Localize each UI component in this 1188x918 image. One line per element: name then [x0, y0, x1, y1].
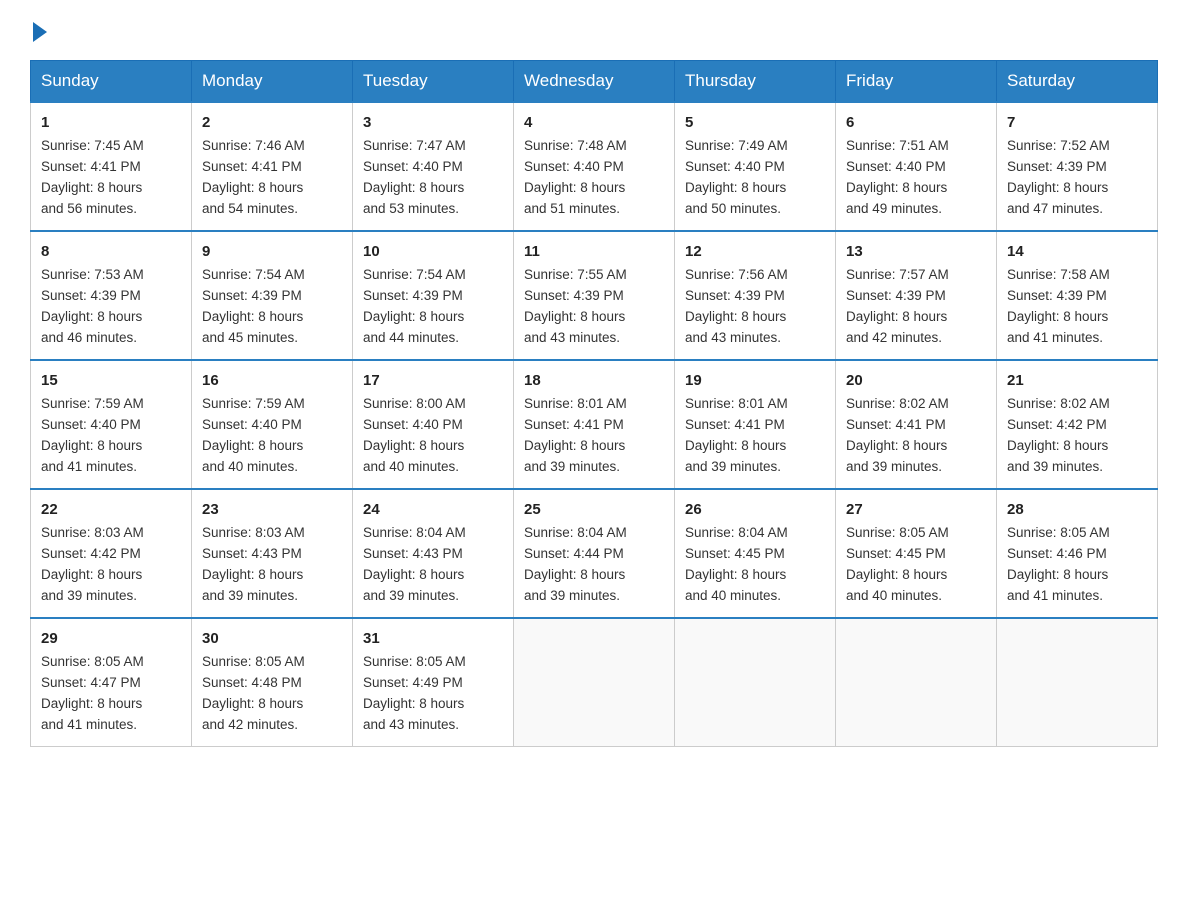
calendar-cell	[997, 618, 1158, 746]
day-number: 4	[524, 111, 664, 134]
calendar-header-sunday: Sunday	[31, 61, 192, 103]
logo-arrow-icon	[33, 22, 47, 42]
day-number: 30	[202, 627, 342, 650]
day-number: 23	[202, 498, 342, 521]
calendar-header-thursday: Thursday	[675, 61, 836, 103]
calendar-table: SundayMondayTuesdayWednesdayThursdayFrid…	[30, 60, 1158, 747]
calendar-cell: 11Sunrise: 7:55 AMSunset: 4:39 PMDayligh…	[514, 231, 675, 360]
day-number: 9	[202, 240, 342, 263]
calendar-cell: 2Sunrise: 7:46 AMSunset: 4:41 PMDaylight…	[192, 102, 353, 231]
day-number: 18	[524, 369, 664, 392]
day-number: 14	[1007, 240, 1147, 263]
calendar-cell: 25Sunrise: 8:04 AMSunset: 4:44 PMDayligh…	[514, 489, 675, 618]
day-number: 10	[363, 240, 503, 263]
day-number: 29	[41, 627, 181, 650]
calendar-cell: 5Sunrise: 7:49 AMSunset: 4:40 PMDaylight…	[675, 102, 836, 231]
calendar-cell: 7Sunrise: 7:52 AMSunset: 4:39 PMDaylight…	[997, 102, 1158, 231]
day-number: 21	[1007, 369, 1147, 392]
page-header	[30, 20, 1158, 42]
calendar-cell: 13Sunrise: 7:57 AMSunset: 4:39 PMDayligh…	[836, 231, 997, 360]
calendar-week-row: 15Sunrise: 7:59 AMSunset: 4:40 PMDayligh…	[31, 360, 1158, 489]
day-number: 17	[363, 369, 503, 392]
day-number: 28	[1007, 498, 1147, 521]
calendar-cell: 19Sunrise: 8:01 AMSunset: 4:41 PMDayligh…	[675, 360, 836, 489]
day-number: 7	[1007, 111, 1147, 134]
calendar-cell: 27Sunrise: 8:05 AMSunset: 4:45 PMDayligh…	[836, 489, 997, 618]
calendar-cell: 17Sunrise: 8:00 AMSunset: 4:40 PMDayligh…	[353, 360, 514, 489]
calendar-cell: 26Sunrise: 8:04 AMSunset: 4:45 PMDayligh…	[675, 489, 836, 618]
calendar-cell: 28Sunrise: 8:05 AMSunset: 4:46 PMDayligh…	[997, 489, 1158, 618]
day-number: 2	[202, 111, 342, 134]
day-number: 22	[41, 498, 181, 521]
calendar-header-monday: Monday	[192, 61, 353, 103]
logo	[30, 20, 47, 42]
calendar-cell: 3Sunrise: 7:47 AMSunset: 4:40 PMDaylight…	[353, 102, 514, 231]
calendar-week-row: 1Sunrise: 7:45 AMSunset: 4:41 PMDaylight…	[31, 102, 1158, 231]
calendar-cell: 18Sunrise: 8:01 AMSunset: 4:41 PMDayligh…	[514, 360, 675, 489]
day-number: 8	[41, 240, 181, 263]
day-number: 20	[846, 369, 986, 392]
calendar-cell: 24Sunrise: 8:04 AMSunset: 4:43 PMDayligh…	[353, 489, 514, 618]
day-number: 15	[41, 369, 181, 392]
calendar-cell: 15Sunrise: 7:59 AMSunset: 4:40 PMDayligh…	[31, 360, 192, 489]
day-number: 19	[685, 369, 825, 392]
day-number: 5	[685, 111, 825, 134]
day-number: 31	[363, 627, 503, 650]
calendar-week-row: 29Sunrise: 8:05 AMSunset: 4:47 PMDayligh…	[31, 618, 1158, 746]
calendar-cell	[514, 618, 675, 746]
day-number: 1	[41, 111, 181, 134]
calendar-cell: 12Sunrise: 7:56 AMSunset: 4:39 PMDayligh…	[675, 231, 836, 360]
calendar-cell: 22Sunrise: 8:03 AMSunset: 4:42 PMDayligh…	[31, 489, 192, 618]
calendar-cell: 21Sunrise: 8:02 AMSunset: 4:42 PMDayligh…	[997, 360, 1158, 489]
calendar-header-tuesday: Tuesday	[353, 61, 514, 103]
calendar-cell: 4Sunrise: 7:48 AMSunset: 4:40 PMDaylight…	[514, 102, 675, 231]
calendar-header-saturday: Saturday	[997, 61, 1158, 103]
calendar-cell: 14Sunrise: 7:58 AMSunset: 4:39 PMDayligh…	[997, 231, 1158, 360]
day-number: 13	[846, 240, 986, 263]
calendar-cell	[836, 618, 997, 746]
day-number: 3	[363, 111, 503, 134]
calendar-cell: 9Sunrise: 7:54 AMSunset: 4:39 PMDaylight…	[192, 231, 353, 360]
day-number: 6	[846, 111, 986, 134]
calendar-cell: 1Sunrise: 7:45 AMSunset: 4:41 PMDaylight…	[31, 102, 192, 231]
calendar-cell: 6Sunrise: 7:51 AMSunset: 4:40 PMDaylight…	[836, 102, 997, 231]
day-number: 27	[846, 498, 986, 521]
calendar-cell: 20Sunrise: 8:02 AMSunset: 4:41 PMDayligh…	[836, 360, 997, 489]
calendar-week-row: 8Sunrise: 7:53 AMSunset: 4:39 PMDaylight…	[31, 231, 1158, 360]
day-number: 24	[363, 498, 503, 521]
day-number: 11	[524, 240, 664, 263]
calendar-header-wednesday: Wednesday	[514, 61, 675, 103]
calendar-week-row: 22Sunrise: 8:03 AMSunset: 4:42 PMDayligh…	[31, 489, 1158, 618]
calendar-cell	[675, 618, 836, 746]
calendar-header-friday: Friday	[836, 61, 997, 103]
day-number: 25	[524, 498, 664, 521]
day-number: 26	[685, 498, 825, 521]
calendar-cell: 30Sunrise: 8:05 AMSunset: 4:48 PMDayligh…	[192, 618, 353, 746]
calendar-cell: 31Sunrise: 8:05 AMSunset: 4:49 PMDayligh…	[353, 618, 514, 746]
calendar-cell: 29Sunrise: 8:05 AMSunset: 4:47 PMDayligh…	[31, 618, 192, 746]
day-number: 12	[685, 240, 825, 263]
calendar-cell: 23Sunrise: 8:03 AMSunset: 4:43 PMDayligh…	[192, 489, 353, 618]
day-number: 16	[202, 369, 342, 392]
calendar-cell: 16Sunrise: 7:59 AMSunset: 4:40 PMDayligh…	[192, 360, 353, 489]
calendar-header-row: SundayMondayTuesdayWednesdayThursdayFrid…	[31, 61, 1158, 103]
calendar-cell: 8Sunrise: 7:53 AMSunset: 4:39 PMDaylight…	[31, 231, 192, 360]
calendar-cell: 10Sunrise: 7:54 AMSunset: 4:39 PMDayligh…	[353, 231, 514, 360]
